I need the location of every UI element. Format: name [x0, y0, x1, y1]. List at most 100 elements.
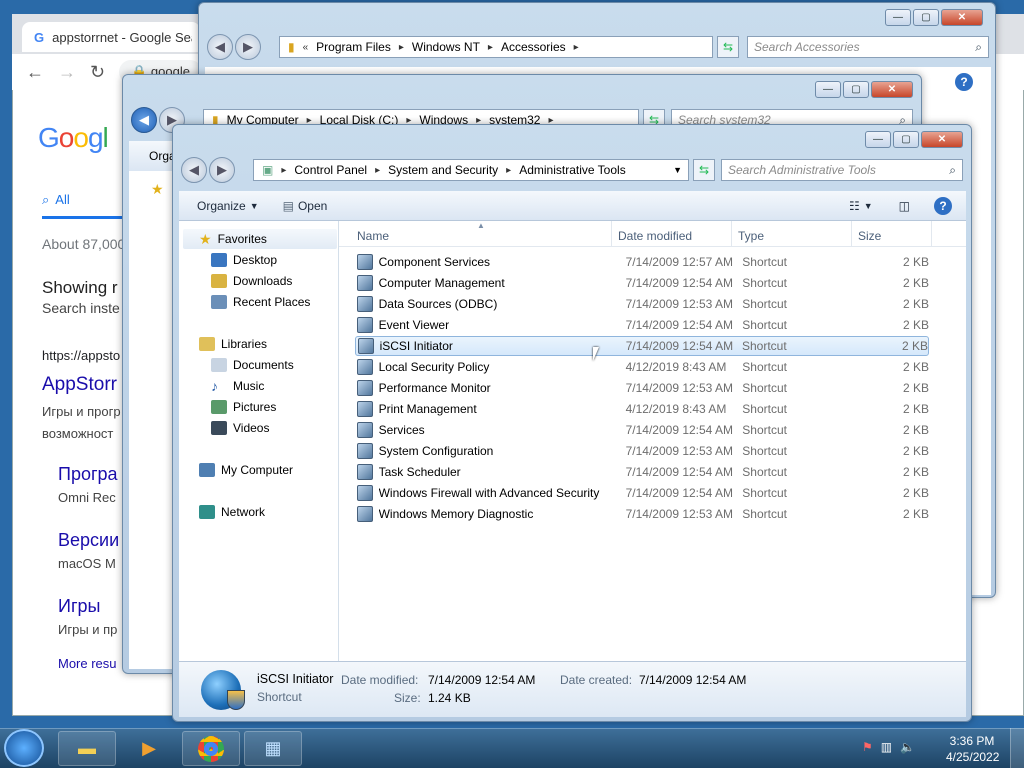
- file-row[interactable]: Component Services 7/14/2009 12:57 AM Shor…: [355, 252, 929, 272]
- breadcrumb-item[interactable]: Administrative Tools: [519, 163, 626, 177]
- preview-pane-button[interactable]: ◫: [899, 199, 910, 213]
- sitelink-1[interactable]: Програ: [58, 464, 122, 485]
- views-button[interactable]: ☷ ▼: [849, 199, 873, 213]
- column-type[interactable]: Type: [738, 229, 764, 243]
- google-logo[interactable]: Googl: [38, 122, 109, 154]
- minimize-button[interactable]: —: [885, 9, 911, 26]
- nav-favorites[interactable]: ★ Favorites: [199, 229, 267, 249]
- search-input[interactable]: Search Administrative Tools ⌕: [721, 159, 963, 181]
- nav-downloads[interactable]: Downloads: [211, 271, 292, 291]
- help-icon[interactable]: ?: [955, 73, 973, 91]
- network-tray-icon[interactable]: ▥: [881, 740, 892, 754]
- sitelink-2[interactable]: Версии: [58, 530, 122, 551]
- breadcrumb-item[interactable]: System and Security: [388, 163, 498, 177]
- file-row[interactable]: System Configuration 7/14/2009 12:53 AM Sh…: [355, 441, 929, 461]
- star-icon: ★: [151, 181, 164, 197]
- result-url[interactable]: https://appsto: [42, 348, 122, 363]
- sitelink-3[interactable]: Игры: [58, 596, 122, 617]
- file-row[interactable]: Services 7/14/2009 12:54 AM Shortcut 2 KB: [355, 420, 929, 440]
- chrome-taskbar-icon[interactable]: [182, 731, 240, 766]
- column-date-modified[interactable]: Date modified: [618, 229, 692, 243]
- maximize-button[interactable]: ▢: [913, 9, 939, 26]
- file-row[interactable]: Task Scheduler 7/14/2009 12:54 AM Shortcut…: [355, 462, 929, 482]
- media-player-taskbar-icon[interactable]: ▶: [120, 731, 178, 766]
- file-row[interactable]: Windows Memory Diagnostic 7/14/2009 12:53…: [355, 504, 929, 524]
- file-date-modified: 7/14/2009 12:53 AM: [625, 507, 734, 521]
- chrome-tab-title: appstorrnet - Google Search: [52, 29, 192, 45]
- column-separator[interactable]: [851, 221, 852, 247]
- start-button[interactable]: [4, 729, 44, 767]
- nav-my-computer[interactable]: My Computer: [199, 460, 293, 480]
- result-title[interactable]: AppStorr: [42, 374, 122, 396]
- forward-arrow-icon[interactable]: →: [58, 62, 76, 83]
- sitelink-1-sub: Omni Rec: [58, 490, 116, 505]
- explorer-taskbar-icon[interactable]: ▬: [58, 731, 116, 766]
- column-separator[interactable]: [611, 221, 612, 247]
- minimize-button[interactable]: —: [865, 131, 891, 148]
- action-center-icon[interactable]: ⚑: [862, 740, 873, 754]
- file-row[interactable]: Data Sources (ODBC) 7/14/2009 12:53 AM Sho…: [355, 294, 929, 314]
- control-panel-taskbar-icon[interactable]: ▦: [244, 731, 302, 766]
- search-instead[interactable]: Search inste: [42, 300, 122, 316]
- nav-music[interactable]: ♪ Music: [211, 376, 264, 396]
- address-bar[interactable]: ▮ « Program Files ▸ Windows NT ▸ Accessorie…: [279, 36, 713, 58]
- help-button[interactable]: ?: [934, 196, 952, 215]
- file-name: Performance Monitor: [378, 381, 491, 395]
- maximize-button[interactable]: ▢: [893, 131, 919, 148]
- reload-icon[interactable]: ↻: [90, 62, 105, 83]
- column-size[interactable]: Size: [858, 229, 881, 243]
- chevron-down-icon[interactable]: ▼: [673, 165, 682, 175]
- breadcrumb-item[interactable]: Windows NT: [412, 40, 480, 54]
- forward-button[interactable]: ▶: [209, 157, 235, 183]
- organize-button[interactable]: Organize ▼: [197, 199, 259, 213]
- back-arrow-icon[interactable]: ←: [26, 62, 44, 83]
- details-size-label: Size:: [394, 691, 421, 705]
- nav-pictures[interactable]: Pictures: [211, 397, 276, 417]
- volume-icon[interactable]: 🔈: [900, 740, 915, 754]
- show-desktop-button[interactable]: [1010, 728, 1024, 768]
- file-row[interactable]: iSCSI Initiator 7/14/2009 12:54 AM Shortcu…: [355, 336, 929, 356]
- nav-network[interactable]: Network: [199, 502, 265, 522]
- forward-button[interactable]: ▶: [235, 34, 261, 60]
- chrome-tab[interactable]: G appstorrnet - Google Search: [22, 22, 200, 52]
- nav-libraries[interactable]: Libraries: [199, 334, 267, 354]
- preview-pane-icon: ◫: [898, 198, 910, 213]
- breadcrumb-item[interactable]: Accessories: [501, 40, 566, 54]
- file-row[interactable]: Windows Firewall with Advanced Security 7…: [355, 483, 929, 503]
- close-button[interactable]: ✕: [941, 9, 983, 26]
- breadcrumb-item[interactable]: Control Panel: [294, 163, 367, 177]
- clock[interactable]: 3:36 PM 4/25/2022: [946, 733, 999, 765]
- back-button[interactable]: ◀: [181, 157, 207, 183]
- file-row[interactable]: Event Viewer 7/14/2009 12:54 AM Shortcut 2 …: [355, 315, 929, 335]
- details-date-created: 7/14/2009 12:54 AM: [639, 673, 747, 687]
- nav-documents[interactable]: Documents: [211, 355, 294, 375]
- file-row[interactable]: Computer Management 7/14/2009 12:54 AM Sho…: [355, 273, 929, 293]
- close-button[interactable]: ✕: [921, 131, 963, 148]
- back-button[interactable]: ◀: [131, 107, 157, 133]
- file-type: Shortcut: [742, 402, 787, 416]
- column-name[interactable]: Name: [357, 229, 389, 243]
- address-bar[interactable]: ▣ ▸ Control Panel ▸ System and Security ▸ A…: [253, 159, 689, 181]
- shortcut-icon: [357, 275, 373, 291]
- file-row[interactable]: Performance Monitor 7/14/2009 12:53 AM Sho…: [355, 378, 929, 398]
- minimize-button[interactable]: —: [815, 81, 841, 98]
- libraries-icon: [199, 337, 215, 351]
- open-button[interactable]: ▤ Open: [283, 199, 328, 213]
- refresh-button[interactable]: ⇆: [717, 36, 739, 58]
- more-results-link[interactable]: More resu: [58, 656, 122, 671]
- refresh-button[interactable]: ⇆: [693, 159, 715, 181]
- nav-recent-places[interactable]: Recent Places: [211, 292, 310, 312]
- file-row[interactable]: Print Management 4/12/2019 8:43 AM Shortcu…: [355, 399, 929, 419]
- nav-desktop[interactable]: Desktop: [211, 250, 277, 270]
- file-size: 2 KB: [902, 444, 929, 458]
- back-button[interactable]: ◀: [207, 34, 233, 60]
- column-separator[interactable]: [731, 221, 732, 247]
- file-row[interactable]: Local Security Policy 4/12/2019 8:43 AM Sh…: [355, 357, 929, 377]
- search-input[interactable]: Search Accessories ⌕: [747, 36, 989, 58]
- breadcrumb-item[interactable]: Program Files: [316, 40, 391, 54]
- tab-all[interactable]: ⌕ All: [42, 192, 70, 208]
- close-button[interactable]: ✕: [871, 81, 913, 98]
- nav-videos[interactable]: Videos: [211, 418, 269, 438]
- column-separator[interactable]: [931, 221, 932, 247]
- maximize-button[interactable]: ▢: [843, 81, 869, 98]
